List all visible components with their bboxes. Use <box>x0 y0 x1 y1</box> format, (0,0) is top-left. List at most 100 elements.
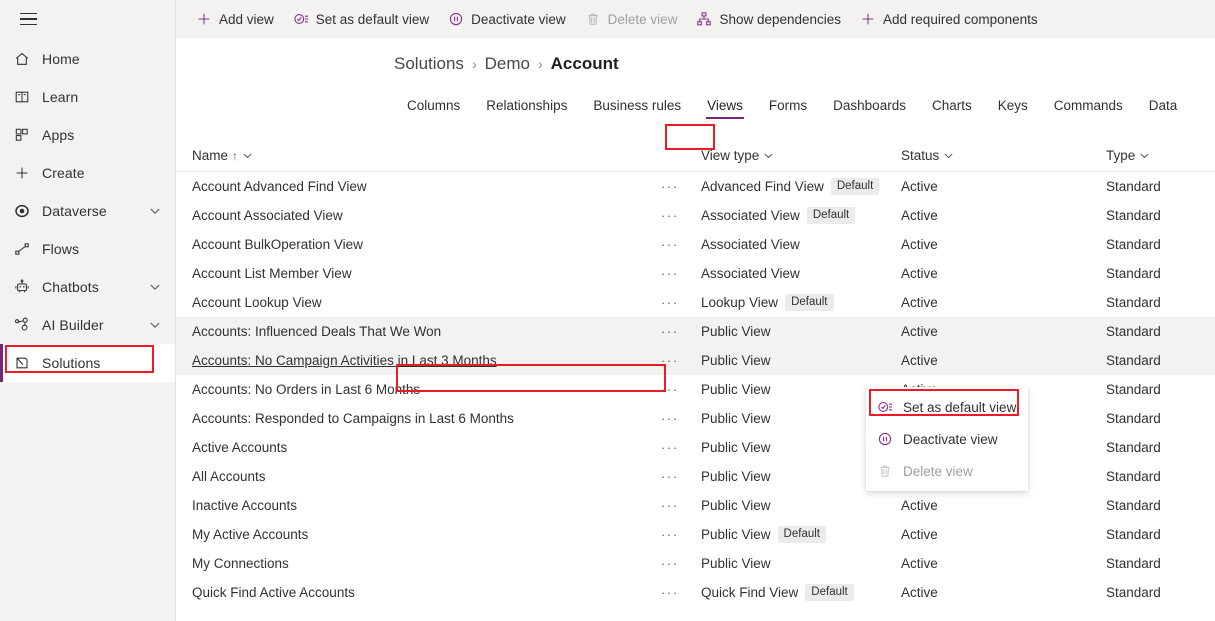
table-row[interactable]: Accounts: No Orders in Last 6 Months ··· P… <box>176 375 1215 404</box>
view-name-link[interactable]: Active Accounts <box>192 440 287 455</box>
table-row[interactable]: My Active Accounts ··· Public View Default A… <box>176 520 1215 549</box>
sidebar-item-ai-builder[interactable]: AI Builder <box>0 306 175 344</box>
view-name-link[interactable]: Accounts: No Campaign Activities in Last… <box>192 353 497 368</box>
sidebar-item-dataverse[interactable]: Dataverse <box>0 192 175 230</box>
command-show-dependencies[interactable]: Show dependencies <box>686 0 850 38</box>
view-name-link[interactable]: Account BulkOperation View <box>192 237 363 252</box>
tab-commands[interactable]: Commands <box>1041 98 1136 120</box>
row-overflow-menu-icon[interactable]: ··· <box>661 208 701 223</box>
row-overflow-menu-icon[interactable]: ··· <box>661 527 701 542</box>
tab-relationships[interactable]: Relationships <box>473 98 580 120</box>
command-add-required-components[interactable]: Add required components <box>850 0 1047 38</box>
chevron-down-icon[interactable] <box>943 150 954 161</box>
view-name-link[interactable]: Accounts: Influenced Deals That We Won <box>192 324 441 339</box>
row-overflow-menu-icon[interactable]: ··· <box>661 266 701 281</box>
command-deactivate-view[interactable]: Deactivate view <box>438 0 575 38</box>
sidebar-item-flows[interactable]: Flows <box>0 230 175 268</box>
view-name-link[interactable]: Quick Find Active Accounts <box>192 585 355 600</box>
table-row[interactable]: Accounts: Influenced Deals That We Won ··… <box>176 317 1215 346</box>
row-overflow-menu-icon[interactable]: ··· <box>661 382 701 397</box>
row-overflow-menu-icon[interactable]: ··· <box>661 440 701 455</box>
row-name-cell[interactable]: My Active Accounts <box>176 527 661 542</box>
row-overflow-menu-icon[interactable]: ··· <box>661 469 701 484</box>
table-row[interactable]: All Accounts···Public ViewActiveStandard <box>176 462 1215 491</box>
breadcrumb-item-demo[interactable]: Demo <box>485 54 530 74</box>
sidebar-item-apps[interactable]: Apps <box>0 116 175 154</box>
row-name-cell[interactable]: Account Lookup View <box>176 295 661 310</box>
row-overflow-menu-icon[interactable]: ··· <box>661 498 701 513</box>
chevron-down-icon[interactable] <box>149 281 161 293</box>
row-name-cell[interactable]: Inactive Accounts <box>176 498 661 513</box>
row-overflow-menu-icon[interactable]: ··· <box>661 353 701 368</box>
tab-data[interactable]: Data <box>1136 98 1191 120</box>
tab-business-rules[interactable]: Business rules <box>580 98 694 120</box>
row-overflow-menu-icon[interactable]: ··· <box>661 556 701 571</box>
table-row[interactable]: Inactive Accounts ··· Public View Active Sta… <box>176 491 1215 520</box>
hamburger-menu-icon[interactable] <box>6 0 50 38</box>
view-name-link[interactable]: All Accounts <box>192 469 266 484</box>
row-name-cell[interactable]: Accounts: No Orders in Last 6 Months <box>176 382 661 397</box>
tab-views[interactable]: Views <box>694 98 756 120</box>
column-header-type[interactable]: Type <box>1106 148 1215 163</box>
view-name-link[interactable]: Inactive Accounts <box>192 498 297 513</box>
row-name-cell[interactable]: Accounts: Responded to Campaigns in Last… <box>176 411 661 426</box>
command-add-view[interactable]: Add view <box>186 0 283 38</box>
tab-columns[interactable]: Columns <box>394 98 473 120</box>
view-name-link[interactable]: Accounts: Responded to Campaigns in Last… <box>192 411 514 426</box>
table-row[interactable]: Account Advanced Find View ··· Advanced Fi… <box>176 172 1215 201</box>
row-name-cell[interactable]: Active Accounts <box>176 440 661 455</box>
breadcrumb-item-solutions[interactable]: Solutions <box>394 54 464 74</box>
view-name-link[interactable]: Accounts: No Orders in Last 6 Months <box>192 382 420 397</box>
column-header-view-type[interactable]: View type <box>701 148 901 163</box>
tab-charts[interactable]: Charts <box>919 98 985 120</box>
row-overflow-menu-icon[interactable]: ··· <box>661 585 701 600</box>
row-name-cell[interactable]: My Connections <box>176 556 661 571</box>
row-overflow-menu-icon[interactable]: ··· <box>661 411 701 426</box>
context-menu-deactivate-view[interactable]: Deactivate view <box>866 423 1028 455</box>
tab-forms[interactable]: Forms <box>756 98 820 120</box>
row-overflow-menu-icon[interactable]: ··· <box>661 295 701 310</box>
column-header-status[interactable]: Status <box>901 148 1106 163</box>
row-name-cell[interactable]: Account Advanced Find View <box>176 179 661 194</box>
view-name-link[interactable]: Account List Member View <box>192 266 352 281</box>
view-name-link[interactable]: Account Advanced Find View <box>192 179 367 194</box>
table-row[interactable]: My Connections ··· Public View Active Standa… <box>176 549 1215 578</box>
table-row[interactable]: Quick Find Active Accounts ··· Quick Find … <box>176 578 1215 607</box>
sidebar-item-create[interactable]: Create <box>0 154 175 192</box>
row-overflow-menu-icon[interactable]: ··· <box>661 237 701 252</box>
chevron-down-icon[interactable] <box>763 150 774 161</box>
row-name-cell[interactable]: Account List Member View <box>176 266 661 281</box>
table-row[interactable]: Accounts: Responded to Campaigns in Last… <box>176 404 1215 433</box>
command-set-as-default-view[interactable]: Set as default view <box>283 0 438 38</box>
view-name-link[interactable]: My Active Accounts <box>192 527 308 542</box>
row-name-cell[interactable]: Account BulkOperation View <box>176 237 661 252</box>
table-row[interactable]: Accounts: No Campaign Activities in Last… <box>176 346 1215 375</box>
table-row[interactable]: Active Accounts···Public ViewActiveStand… <box>176 433 1215 462</box>
tab-dashboards[interactable]: Dashboards <box>820 98 919 120</box>
sidebar-item-chatbots[interactable]: Chatbots <box>0 268 175 306</box>
table-row[interactable]: Account Lookup View ··· Lookup View Default… <box>176 288 1215 317</box>
view-name-link[interactable]: Account Lookup View <box>192 295 322 310</box>
row-name-cell[interactable]: Accounts: Influenced Deals That We Won <box>176 324 661 339</box>
row-name-cell[interactable]: All Accounts <box>176 469 661 484</box>
row-overflow-menu-icon[interactable]: ··· <box>661 324 701 339</box>
row-name-cell[interactable]: Quick Find Active Accounts <box>176 585 661 600</box>
table-row[interactable]: Account Associated View ··· Associated Vie… <box>176 201 1215 230</box>
tab-keys[interactable]: Keys <box>985 98 1041 120</box>
view-name-link[interactable]: My Connections <box>192 556 289 571</box>
sidebar-item-learn[interactable]: Learn <box>0 78 175 116</box>
view-name-link[interactable]: Account Associated View <box>192 208 343 223</box>
chevron-down-icon[interactable] <box>1139 150 1150 161</box>
sidebar-item-solutions[interactable]: Solutions <box>0 344 175 382</box>
chevron-down-icon[interactable] <box>149 319 161 331</box>
column-header-name[interactable]: Name ↑ <box>176 148 661 163</box>
table-row[interactable]: Account List Member View ··· Associated Vi… <box>176 259 1215 288</box>
table-row[interactable]: Account BulkOperation View ··· Associated … <box>176 230 1215 259</box>
row-overflow-menu-icon[interactable]: ··· <box>661 179 701 194</box>
chevron-down-icon[interactable] <box>149 205 161 217</box>
row-name-cell[interactable]: Accounts: No Campaign Activities in Last… <box>176 353 661 368</box>
sidebar-item-home[interactable]: Home <box>0 40 175 78</box>
context-menu-set-as-default-view[interactable]: Set as default view <box>866 391 1028 423</box>
chevron-down-icon[interactable] <box>242 150 253 161</box>
row-name-cell[interactable]: Account Associated View <box>176 208 661 223</box>
